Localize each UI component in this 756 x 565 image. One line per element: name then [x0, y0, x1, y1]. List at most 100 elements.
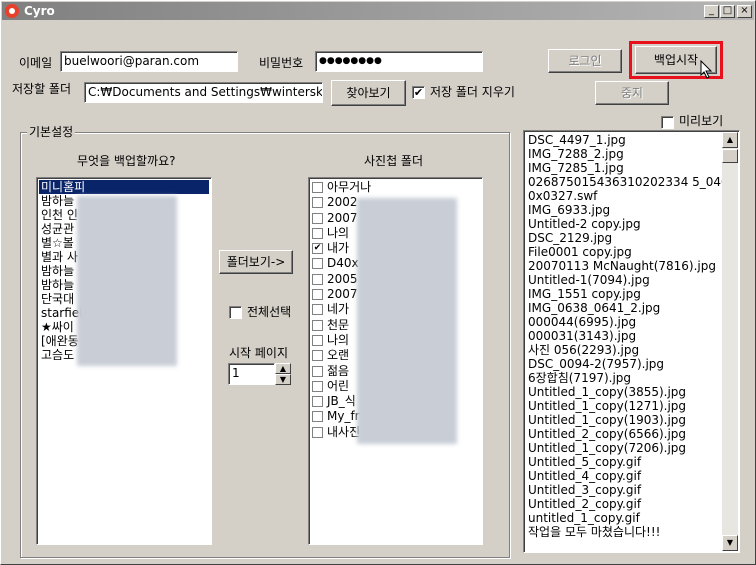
window-title: Cyro [24, 4, 55, 18]
folder-name: 2007 [327, 287, 358, 302]
folder-checkbox[interactable] [312, 365, 323, 377]
file-log-item: Untitled_2_copy.gif [528, 497, 642, 511]
email-field[interactable]: buelwoori@paran.com [60, 51, 238, 72]
folder-name: 네가 [327, 302, 350, 317]
folder-checkbox[interactable] [312, 197, 323, 209]
backup-target-list[interactable]: 미니홈피 밤하늘 인천 인 성균관 별☆볼 별과 사 밤하늘 밤하늘 단국대 starfiel ★싸… [36, 177, 212, 545]
file-log-item: untitled_1_copy.gif [528, 511, 640, 525]
view-folders-button[interactable]: 폴더보기-> [219, 250, 293, 274]
title-bar[interactable]: Cyro _ □ × [2, 2, 754, 20]
save-folder-label: 저장할 폴더 [12, 82, 72, 96]
folder-checkbox[interactable]: ✔ [312, 243, 323, 255]
folder-name: 젊음 [327, 363, 350, 378]
folder-name: 2002 [327, 195, 358, 210]
folder-checkbox[interactable] [312, 319, 323, 331]
folder-name: JB_식 [327, 394, 356, 409]
clear-folder-label: 저장 폴더 지우기 [430, 85, 515, 99]
minimize-button[interactable]: _ [704, 5, 719, 18]
file-log-item: Untitled_1_copy(1271).jpg [528, 399, 687, 413]
password-label: 비밀번호 [259, 56, 304, 70]
folder-checkbox[interactable] [312, 396, 323, 408]
file-log-item: 사진 056(2293).jpg [528, 343, 640, 357]
file-log-item: Untitled_1_copy(7206).jpg [528, 441, 687, 455]
save-folder-field[interactable]: C:₩Documents and Settings₩wintersky₩B [84, 82, 323, 103]
browse-button[interactable]: 찾아보기 [331, 80, 406, 106]
file-log-item: IMG_0638_0641_2.jpg [528, 301, 661, 315]
folder-checkbox[interactable] [312, 258, 323, 270]
folder-checkbox[interactable] [312, 182, 323, 193]
folder-checkbox[interactable] [312, 411, 323, 423]
file-log-item: Untitled_5_copy.gif [528, 455, 642, 469]
folder-checkbox[interactable] [312, 334, 323, 346]
file-log-item: Untitled_1_copy(3855).jpg [528, 385, 687, 399]
file-log-item: Untitled_1_copy(1903).jpg [528, 413, 687, 427]
file-log-item: 0x0327.swf [528, 189, 598, 203]
scroll-up-icon[interactable]: ▲ [722, 132, 738, 148]
start-page-spinner[interactable]: ▲ ▼ [275, 363, 291, 385]
scroll-thumb[interactable] [722, 149, 738, 163]
folder-checkbox[interactable] [312, 227, 323, 239]
select-all-checkbox[interactable] [229, 306, 242, 319]
folder-checkbox[interactable] [312, 212, 323, 224]
file-log-item: Untitled-2 copy.jpg [528, 217, 641, 231]
email-label: 이메일 [19, 56, 53, 70]
start-page-input[interactable]: 1 [228, 363, 275, 385]
file-log-item: IMG_1551 copy.jpg [528, 287, 641, 301]
folder-name: 아무거나 [327, 180, 372, 194]
folder-checkbox[interactable] [312, 304, 323, 316]
file-log-item: 6장합침(7197).jpg [528, 371, 632, 385]
folder-name: 내사진 [327, 424, 361, 439]
mouse-cursor-icon [700, 60, 713, 79]
folder-name: 나의 [327, 332, 350, 347]
file-log-item: DSC_0094-2(7957).jpg [528, 357, 665, 371]
close-button[interactable]: × [737, 5, 752, 18]
album-folder-item[interactable]: 아무거나 [310, 180, 481, 195]
stop-button[interactable]: 중지 [595, 81, 669, 105]
file-log-item: Untitled_4_copy.gif [528, 469, 642, 483]
file-log-list[interactable]: DSC_4497_1.jpg IMG_7288_2.jpg IMG_7285_1.j… [523, 130, 740, 553]
album-folder-list[interactable]: 아무거나 2002 2007 나의 ✔ 내가 D40x 2005 2007 네가 천문 나의 오랜 젊음 어… [308, 177, 483, 545]
folder-checkbox[interactable] [312, 426, 323, 438]
file-log-item: Untitled_2_copy(6566).jpg [528, 427, 687, 441]
file-list-scrollbar[interactable]: ▲ ▼ [722, 132, 738, 551]
target-list-item[interactable]: 미니홈피 [39, 180, 209, 194]
folder-name: 어린 [327, 378, 350, 393]
folder-name: My_fr [327, 409, 360, 424]
scroll-down-icon[interactable]: ▼ [722, 535, 738, 551]
password-field[interactable]: ●●●●●●●● [315, 51, 483, 72]
file-log-item: 000031(3143).jpg [528, 329, 637, 343]
backup-target-label: 무엇을 백업할까요? [77, 154, 176, 168]
minimize-icon: _ [709, 5, 714, 16]
file-log-item: Untitled_3_copy.gif [528, 483, 642, 497]
folder-name: 2007 [327, 210, 358, 225]
folder-name: 오랜 [327, 348, 350, 363]
folder-name: D40x [327, 256, 359, 271]
folder-checkbox[interactable] [312, 273, 323, 285]
folder-checkbox[interactable] [312, 380, 323, 392]
folder-name: 내가 [327, 241, 350, 256]
start-page-label: 시작 페이지 [229, 346, 289, 360]
preview-checkbox[interactable] [661, 116, 674, 129]
preview-label: 미리보기 [679, 114, 724, 128]
redacted-area [357, 198, 457, 444]
file-log-item: DSC_2129.jpg [528, 231, 613, 245]
select-all-label: 전체선택 [247, 305, 292, 319]
folder-checkbox[interactable] [312, 350, 323, 362]
basic-settings-title: 기본설정 [27, 124, 76, 140]
folder-name: 천문 [327, 317, 350, 332]
spin-up-icon[interactable]: ▲ [275, 363, 291, 374]
file-log-item: IMG_6933.jpg [528, 203, 611, 217]
login-button[interactable]: 로그인 [548, 49, 622, 73]
file-log-item: 026875015436310202334 5_040 [528, 175, 729, 189]
maximize-button[interactable]: □ [720, 5, 735, 18]
folder-checkbox[interactable] [312, 289, 323, 301]
file-log-item: 20070113 McNaught(7816).jpg [528, 259, 716, 273]
clear-folder-checkbox[interactable]: ✔ [412, 86, 425, 99]
file-log-item: 작업을 모두 마쳤습니다!!! [528, 525, 661, 539]
album-folder-label: 사진첩 폴더 [364, 154, 424, 168]
spin-down-icon[interactable]: ▼ [275, 374, 291, 385]
file-log-item: IMG_7288_2.jpg [528, 147, 624, 161]
maximize-icon: □ [722, 5, 733, 16]
app-window: Cyro _ □ × 이메일 buelwoori@paran.com 비밀번호 … [0, 0, 756, 565]
file-log-item: Untitled-1(7094).jpg [528, 273, 650, 287]
